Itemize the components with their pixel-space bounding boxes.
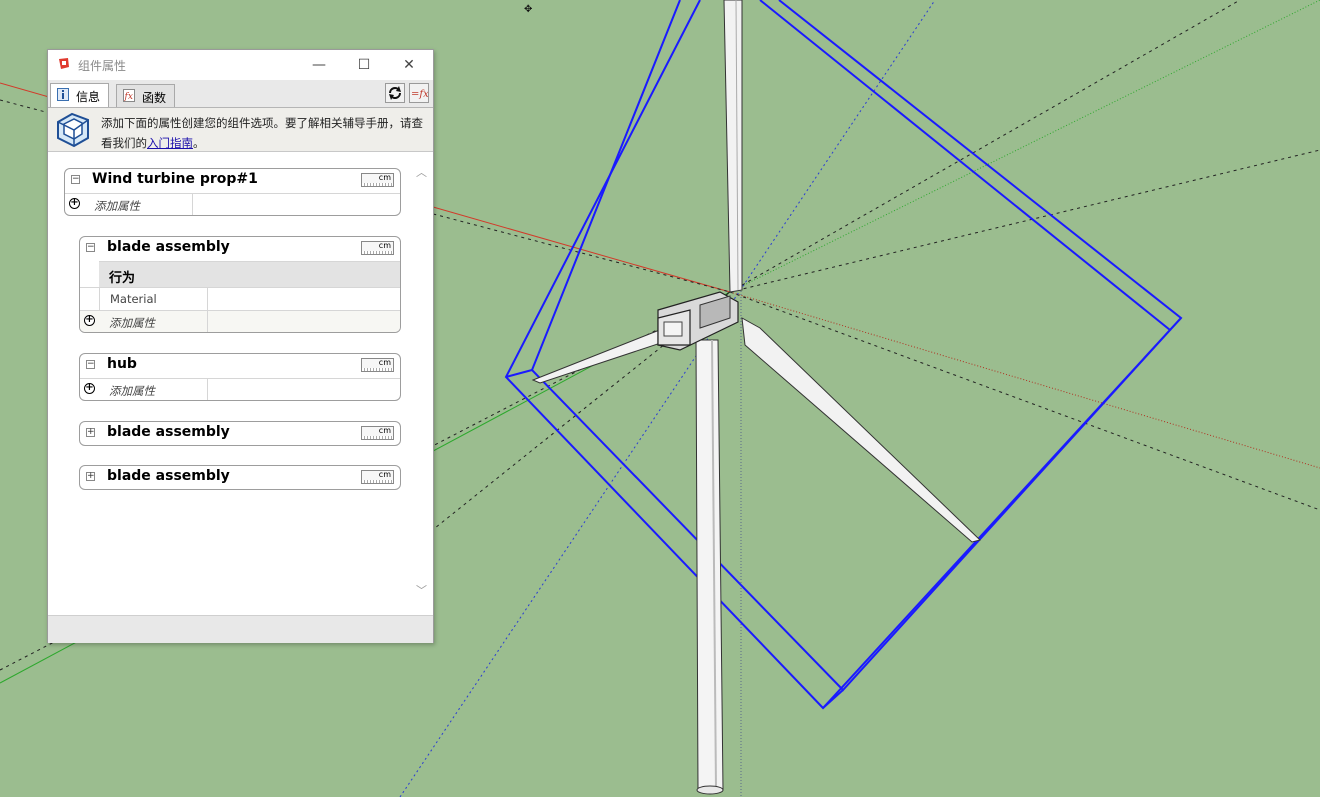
refresh-icon [389,86,401,100]
toggle-formula-button[interactable]: =fx [409,83,429,103]
add-attribute-row[interactable]: + 添加属性 [80,310,400,332]
component-group-blade-assembly: − blade assembly cm 行为 Material + 添加属性 [79,236,401,333]
add-attribute-label: 添加属性 [109,316,155,330]
component-group-blade-assembly-collapsed: + blade assembly cm [79,465,401,490]
refresh-button[interactable] [385,83,405,103]
dialog-title: 组件属性 [78,59,127,73]
attribute-row-material[interactable]: Material [80,287,400,310]
svg-text:=fx: =fx [411,89,428,100]
svg-text:fx: fx [124,92,133,102]
minimize-button[interactable]: — [296,50,342,80]
tab-info[interactable]: 信息 [50,83,109,107]
units-button[interactable]: cm [361,426,394,440]
collapse-toggle[interactable]: − [71,175,80,184]
group-title: Wind turbine prop#1 [92,171,258,187]
collapse-toggle[interactable]: − [86,243,95,252]
group-header: + blade assembly cm [80,422,400,444]
group-header: − hub cm [80,354,400,376]
attribute-label: Material [110,292,157,306]
info-suffix: 。 [193,136,205,150]
group-header: + blade assembly cm [80,466,400,488]
tab-functions[interactable]: fx 函数 [116,84,175,107]
attribute-value-cell[interactable] [192,194,400,215]
section-title: 行为 [109,271,136,286]
info-text: 添加下面的属性创建您的组件选项。要了解相关辅导手册，请查看我们的入门指南。 [101,113,431,153]
group-title: blade assembly [107,468,230,484]
function-icon: fx [123,89,135,102]
group-title: hub [107,356,137,372]
attribute-value-cell[interactable] [207,288,400,310]
behavior-section-header: 行为 [99,261,400,288]
units-button[interactable]: cm [361,173,394,187]
component-group-hub: − hub cm + 添加属性 [79,353,401,401]
add-attribute-label: 添加属性 [94,199,140,213]
tab-strip: 信息 fx 函数 =fx [48,80,433,108]
tab-functions-label: 函数 [142,91,167,105]
turbine-tower[interactable] [695,339,724,795]
tab-info-label: 信息 [76,90,101,104]
group-title: blade assembly [107,239,230,255]
add-attribute-label: 添加属性 [109,384,155,398]
units-button[interactable]: cm [361,358,394,372]
cursor-mark: ✥ [524,4,532,15]
add-attribute-row[interactable]: + 添加属性 [65,193,400,215]
add-attribute-icon[interactable]: + [84,315,95,326]
attribute-value-cell[interactable] [207,311,400,332]
sketchup-logo-icon [59,58,69,69]
add-attribute-icon[interactable]: + [69,198,80,209]
expand-toggle[interactable]: + [86,428,95,437]
info-icon [57,88,69,101]
scroll-down-arrow-icon[interactable]: ﹀ [416,582,427,598]
expand-toggle[interactable]: + [86,472,95,481]
scroll-up-arrow-icon[interactable]: ︿ [416,164,427,180]
maximize-button[interactable]: ☐ [341,50,387,80]
group-title: blade assembly [107,424,230,440]
collapse-toggle[interactable]: − [86,360,95,369]
toggle-formula-icon: =fx [411,89,429,100]
attribute-value-cell[interactable] [207,379,400,400]
getting-started-link[interactable]: 入门指南 [147,136,193,150]
group-header: − blade assembly cm [80,237,400,259]
group-header: − Wind turbine prop#1 cm [65,169,400,191]
info-banner: 添加下面的属性创建您的组件选项。要了解相关辅导手册，请查看我们的入门指南。 [48,108,433,152]
units-button[interactable]: cm [361,470,394,484]
units-button[interactable]: cm [361,241,394,255]
component-attributes-dialog: 组件属性 — ☐ ✕ 信息 fx 函数 =fx 添加下面的属性创建您的组件选项。… [47,49,434,643]
attributes-panel[interactable]: ︿ ﹀ − Wind turbine prop#1 cm + 添加属性 − bl… [48,152,433,614]
close-button[interactable]: ✕ [386,50,432,80]
dialog-titlebar[interactable]: 组件属性 — ☐ ✕ [48,50,433,80]
component-group-root: − Wind turbine prop#1 cm + 添加属性 [64,168,401,216]
component-cube-icon [57,112,89,148]
add-attribute-row[interactable]: + 添加属性 [80,378,400,400]
add-attribute-icon[interactable]: + [84,383,95,394]
component-group-blade-assembly-collapsed: + blade assembly cm [79,421,401,446]
dialog-status-bar [48,615,433,643]
